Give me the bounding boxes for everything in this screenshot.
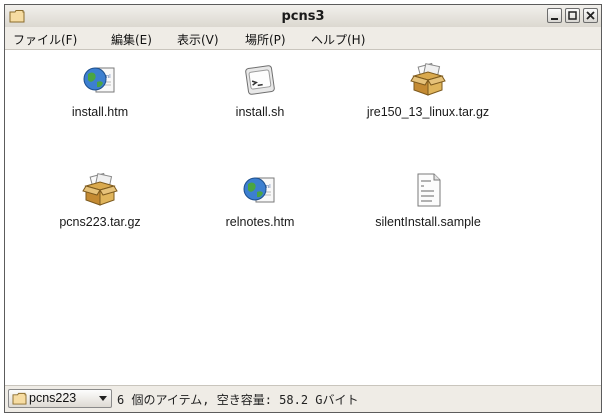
file-name: jre150_13_linux.tar.gz xyxy=(366,105,490,119)
menu-help[interactable]: ヘルプ(H) xyxy=(311,31,365,48)
file-name: pcns223.tar.gz xyxy=(59,215,141,229)
archive-package-icon xyxy=(82,172,118,208)
minimize-button[interactable] xyxy=(547,8,562,23)
html-document-icon: html xyxy=(242,172,278,208)
file-name: relnotes.htm xyxy=(225,215,295,229)
title-bar[interactable]: pcns3 xyxy=(5,5,601,28)
location-label: pcns223 xyxy=(29,391,77,405)
shell-script-icon xyxy=(242,62,278,98)
location-dropdown[interactable]: pcns223 xyxy=(8,389,112,408)
file-name: install.htm xyxy=(71,105,129,119)
text-document-icon xyxy=(410,172,446,208)
close-button[interactable] xyxy=(583,8,598,23)
status-text: 6 個のアイテム, 空き容量: 58.2 Gバイト xyxy=(117,393,359,407)
maximize-button[interactable] xyxy=(565,8,580,23)
menu-file[interactable]: ファイル(F) xyxy=(13,31,77,48)
file-item-relnotes-htm[interactable]: html relnotes.htm xyxy=(195,172,325,230)
menu-places[interactable]: 場所(P) xyxy=(245,31,286,48)
file-name: silentInstall.sample xyxy=(375,215,481,229)
file-item-pcns-archive[interactable]: pcns223.tar.gz xyxy=(35,172,165,230)
file-item-silentinstall-sample[interactable]: silentInstall.sample xyxy=(360,172,496,230)
close-icon xyxy=(586,11,595,20)
menu-edit[interactable]: 編集(E) xyxy=(111,31,152,48)
minimize-icon xyxy=(551,18,558,20)
file-name: install.sh xyxy=(235,105,285,119)
file-manager-window: pcns3 ファイル(F) 編集(E) 表示(V) 場所(P) ヘルプ(H) h… xyxy=(4,4,602,413)
archive-package-icon xyxy=(410,62,446,98)
status-bar: pcns223 6 個のアイテム, 空き容量: 58.2 Gバイト xyxy=(5,385,601,412)
dropdown-arrow-icon xyxy=(99,396,107,401)
window-title: pcns3 xyxy=(281,9,325,24)
file-item-jre-archive[interactable]: jre150_13_linux.tar.gz xyxy=(360,62,496,120)
folder-icon xyxy=(12,392,27,405)
menu-bar: ファイル(F) 編集(E) 表示(V) 場所(P) ヘルプ(H) xyxy=(5,27,601,50)
file-item-install-sh[interactable]: install.sh xyxy=(195,62,325,120)
html-document-icon: html xyxy=(82,62,118,98)
menu-view[interactable]: 表示(V) xyxy=(177,31,219,48)
file-item-install-htm[interactable]: html install.htm xyxy=(35,62,165,120)
maximize-icon xyxy=(568,11,577,20)
file-view[interactable]: html install.htm install.sh xyxy=(5,50,601,382)
